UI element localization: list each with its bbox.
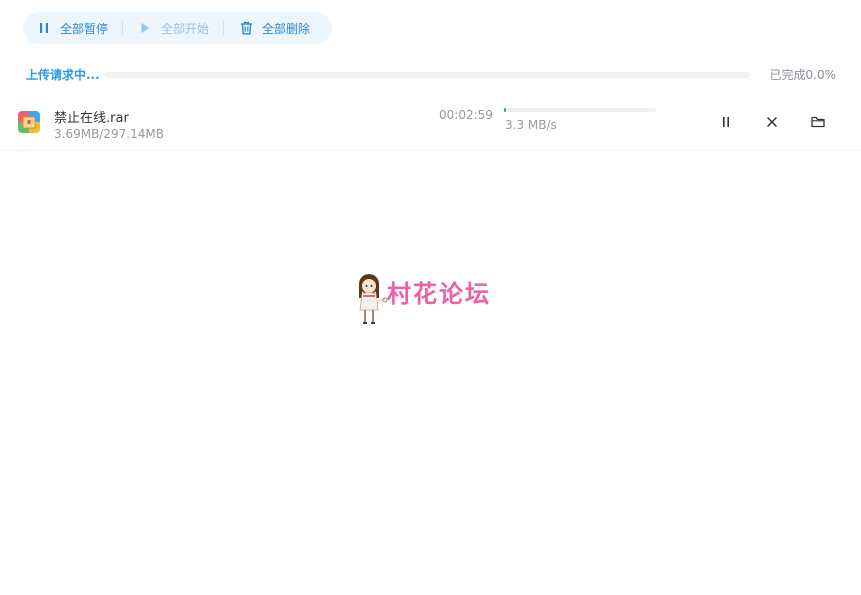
file-name: 禁止在线.rar — [54, 111, 129, 126]
delete-all-label: 全部删除 — [262, 21, 311, 36]
open-folder-button[interactable] — [809, 113, 827, 131]
girl-mascot-icon — [359, 274, 388, 324]
watermark-text: 村花论坛 — [387, 280, 491, 308]
status-label: 上传请求中... — [26, 68, 100, 82]
time-remaining: 00:02:59 — [439, 108, 493, 122]
toolbar-divider — [122, 21, 124, 35]
pause-all-label: 全部暂停 — [60, 21, 109, 36]
trash-icon — [238, 20, 254, 36]
folder-icon — [811, 116, 825, 128]
delete-all-button[interactable]: 全部删除 — [238, 20, 310, 37]
file-progress-fill — [504, 108, 506, 112]
archive-file-icon — [18, 111, 40, 133]
list-item: 禁止在线.rar 3.69MB/297.14MB 00:02:59 3.3 MB… — [0, 98, 861, 151]
file-progress-bar — [504, 108, 656, 112]
pause-icon — [723, 117, 729, 127]
pause-icon — [36, 20, 52, 36]
upload-speed: 3.3 MB/s — [505, 118, 557, 132]
pause-file-button[interactable] — [717, 113, 735, 131]
cancel-file-button[interactable] — [763, 113, 781, 131]
completion-percent: 已完成0.0% — [769, 68, 837, 82]
overall-progress-bar — [104, 72, 750, 78]
play-icon — [137, 20, 153, 36]
close-icon — [766, 116, 778, 128]
start-all-label: 全部开始 — [161, 21, 210, 36]
pause-all-button[interactable]: 全部暂停 — [36, 20, 108, 37]
toolbar-divider — [223, 21, 225, 35]
start-all-button[interactable]: 全部开始 — [137, 20, 209, 37]
watermark-logo: 村花论坛 — [354, 272, 514, 326]
overall-status: 上传请求中... 已完成0.0% — [26, 66, 836, 84]
file-size: 3.69MB/297.14MB — [54, 127, 164, 141]
toolbar: 全部暂停 全部开始 全部删除 — [23, 12, 332, 44]
